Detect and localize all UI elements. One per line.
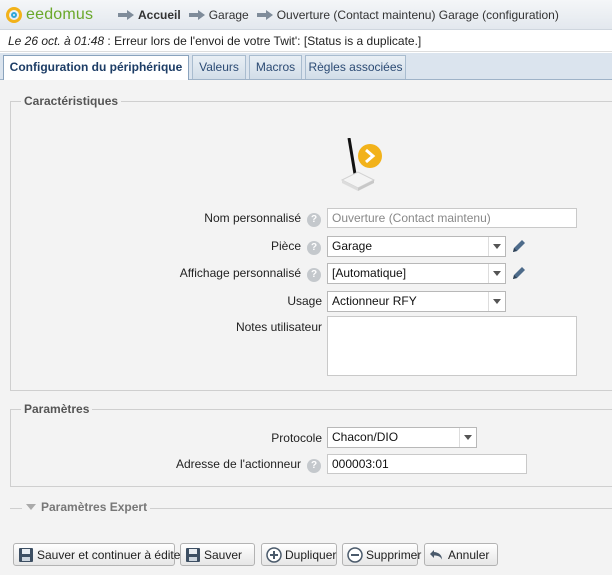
display-label: Affichage personnalisé [179,266,301,280]
display-select-value: [Automatique] [332,266,407,280]
address-label: Adresse de l'actionneur [175,457,301,471]
divider [10,508,22,509]
help-icon[interactable]: ? [307,213,321,227]
message-text: : Erreur lors de l'envoi de votre Twit':… [104,34,422,48]
edit-room-pencil-icon[interactable] [511,238,527,254]
help-icon[interactable]: ? [307,241,321,255]
floppy-disk-icon [186,547,200,562]
help-icon[interactable]: ? [307,268,321,282]
breadcrumb-arrow-icon [256,9,273,20]
chevron-down-icon [488,264,505,283]
edit-display-pencil-icon[interactable] [511,265,527,281]
main-panel: Caractéristiques Nom personnalisé ? Pièc… [0,80,612,575]
collapse-triangle-icon [26,504,36,510]
room-select-value: Garage [332,239,373,253]
custom-name-label: Nom personnalisé [204,211,301,225]
parameters-legend: Paramètres [21,402,93,416]
protocol-select-value: Chacon/DIO [332,430,399,444]
notes-label: Notes utilisateur [235,320,322,334]
tab-values[interactable]: Valeurs [192,55,246,79]
delete-label: Supprimer [366,547,422,562]
breadcrumb-arrow-icon [118,9,134,20]
remove-circle-icon [347,546,363,563]
breadcrumb-arrow-icon [188,9,205,20]
delete-button[interactable]: Supprimer [342,543,422,566]
display-select[interactable]: [Automatique] [327,263,506,284]
expert-parameters-label: Paramètres Expert [41,500,148,514]
chevron-down-icon [488,237,505,256]
save-continue-label: Sauver et continuer à éditer [37,547,185,562]
device-antenna-icon [340,138,382,191]
tab-bar: Configuration du périphérique Valeurs Ma… [0,53,612,80]
custom-name-field[interactable] [327,208,577,228]
breadcrumb-home-link[interactable]: Accueil [138,8,181,22]
characteristics-legend: Caractéristiques [21,94,122,108]
save-continue-button[interactable]: Sauver et continuer à éditer [13,543,184,566]
status-message: Le 26 oct. à 01:48 : Erreur lors de l'en… [0,30,612,52]
usage-select[interactable]: Actionneur RFY [327,291,506,312]
cancel-button[interactable]: Annuler [424,543,498,566]
duplicate-button[interactable]: Dupliquer [261,543,337,566]
protocol-select[interactable]: Chacon/DIO [327,427,477,448]
divider [150,508,612,509]
parameters-section: Paramètres [10,402,612,487]
protocol-label: Protocole [271,431,322,445]
usage-label: Usage [287,294,322,308]
address-field[interactable] [327,454,527,474]
breadcrumb-room-link[interactable]: Garage [209,8,249,22]
save-button[interactable]: Sauver [180,543,255,566]
help-icon[interactable]: ? [307,459,321,473]
room-select[interactable]: Garage [327,236,506,257]
breadcrumb: Accueil Garage Ouverture (Contact mainte… [118,0,567,29]
save-label: Sauver [204,547,243,562]
message-date: Le 26 oct. à 01:48 [8,34,105,48]
top-bar: eedomus Accueil Garage Ouverture (Contac… [0,0,612,30]
tab-configuration[interactable]: Configuration du périphérique [3,55,189,80]
chevron-down-icon [459,428,476,447]
chevron-down-icon [488,292,505,311]
logo-text: eedomus [26,6,94,23]
add-circle-icon [266,546,282,563]
eedomus-logo[interactable]: eedomus [6,5,93,25]
floppy-disk-icon [19,547,33,562]
tab-rules[interactable]: Règles associées [305,55,406,79]
logo-ring-icon [6,7,22,23]
breadcrumb-current: Ouverture (Contact maintenu) Garage (con… [276,7,559,22]
duplicate-label: Dupliquer [285,547,337,562]
tab-macros[interactable]: Macros [249,55,302,79]
notes-textarea[interactable] [327,316,577,376]
expert-parameters-toggle[interactable]: Paramètres Expert [10,500,612,516]
usage-select-value: Actionneur RFY [332,294,417,308]
cancel-label: Annuler [448,547,490,562]
expert-parameters-title: Paramètres Expert [26,500,147,514]
room-label: Pièce [270,239,301,253]
undo-arrow-icon [430,549,442,559]
